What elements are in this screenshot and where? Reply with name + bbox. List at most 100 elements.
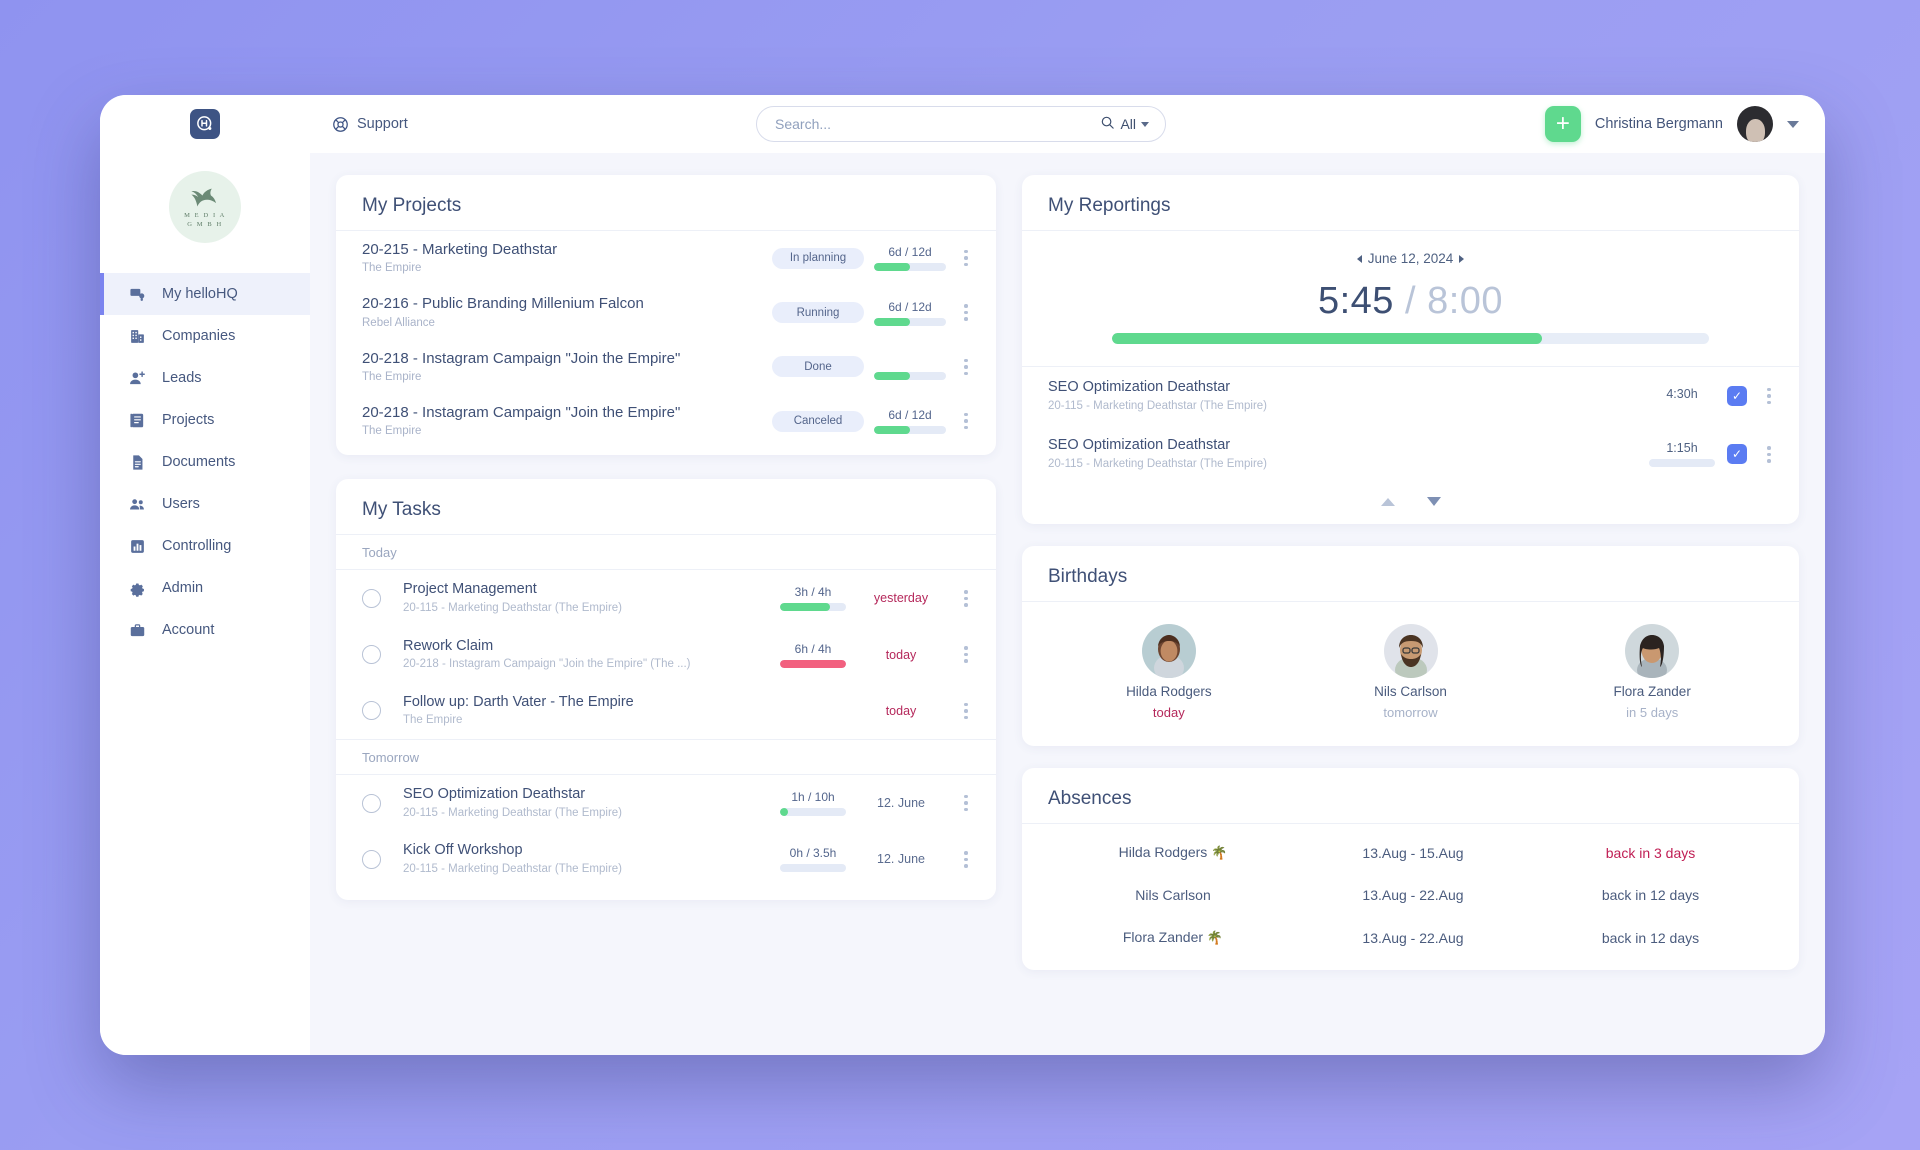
project-days: 6d / 12d [888, 408, 932, 423]
absence-name: Hilda Rodgers [1118, 844, 1208, 861]
company-logo-line1: M E D I A [184, 211, 226, 219]
project-client: The Empire [362, 262, 422, 275]
search-input[interactable] [775, 107, 1101, 141]
window-body: M E D I A G M B H My helloHQ Companies L… [100, 153, 1825, 1055]
sidebar-item-account[interactable]: Account [100, 609, 310, 651]
chevron-right-icon[interactable] [1459, 254, 1465, 263]
absences-card: Absences Hilda Rodgers 🌴 13.Aug - 15.Aug… [1022, 768, 1799, 971]
topbar-right: + Christina Bergmann [1544, 95, 1799, 153]
reporting-info: SEO Optimization Deathstar 20-115 - Mark… [1048, 378, 1637, 414]
table-row[interactable]: Flora Zander 🌴 13.Aug - 22.Aug back in 1… [1022, 916, 1799, 970]
sidebar-item-leads[interactable]: Leads [100, 357, 310, 399]
sidebar-item-label: Leads [162, 370, 202, 386]
table-row[interactable]: SEO Optimization Deathstar 20-115 - Mark… [1022, 425, 1799, 483]
row-menu-icon[interactable] [956, 412, 976, 430]
progress-bar [1649, 459, 1715, 468]
task-checkbox[interactable] [362, 645, 381, 665]
progress-bar [874, 371, 946, 380]
table-row[interactable]: Hilda Rodgers 🌴 13.Aug - 15.Aug back in … [1022, 824, 1799, 874]
chevron-left-icon[interactable] [1356, 254, 1362, 263]
task-checkbox[interactable] [362, 701, 381, 721]
support-link[interactable]: Support [332, 116, 408, 133]
gear-icon [127, 579, 147, 597]
row-menu-icon[interactable] [1759, 446, 1779, 463]
my-reportings-card: My Reportings June 12, 2024 5:45 / 8:00 [1022, 175, 1799, 525]
task-checkbox[interactable] [362, 849, 381, 869]
task-project: 20-115 - Marketing Deathstar (The Empire… [403, 601, 623, 614]
search-box[interactable]: All [756, 106, 1166, 142]
book-icon [127, 412, 147, 429]
task-checkbox[interactable] [362, 793, 381, 813]
reporting-project: 20-115 - Marketing Deathstar (The Empire… [1048, 457, 1268, 470]
sidebar: M E D I A G M B H My helloHQ Companies L… [100, 153, 310, 1055]
list-item[interactable]: SEO Optimization Deathstar 20-115 - Mark… [336, 775, 996, 831]
table-row[interactable]: 20-218 - Instagram Campaign "Join the Em… [336, 394, 996, 455]
row-menu-icon[interactable] [956, 358, 976, 376]
time-separator: / [1404, 280, 1417, 322]
reportings-scroll-controls [1022, 483, 1799, 524]
task-hours: 3h / 4h [794, 585, 832, 600]
row-menu-icon[interactable] [956, 702, 976, 720]
sidebar-item-label: Documents [162, 454, 236, 470]
avatar[interactable] [1737, 106, 1773, 142]
task-checkbox[interactable] [362, 588, 381, 608]
list-item[interactable]: Nils Carlson tomorrow [1290, 624, 1532, 720]
row-menu-icon[interactable] [956, 590, 976, 607]
sidebar-item-label: Companies [162, 328, 236, 344]
sidebar-item-users[interactable]: Users [100, 483, 310, 525]
search-scope-dropdown[interactable]: All [1100, 115, 1155, 133]
absence-name: Flora Zander [1122, 929, 1204, 946]
list-item[interactable]: Hilda Rodgers today [1048, 624, 1290, 720]
sidebar-item-documents[interactable]: Documents [100, 441, 310, 483]
task-name: Follow up: Darth Vater - The Empire [403, 693, 634, 710]
page-title: My Tasks [336, 479, 996, 536]
list-item[interactable]: Flora Zander in 5 days [1531, 624, 1773, 720]
table-row[interactable]: SEO Optimization Deathstar 20-115 - Mark… [1022, 367, 1799, 425]
hq-logo-icon[interactable] [190, 109, 220, 139]
row-menu-icon[interactable] [956, 304, 976, 321]
add-button[interactable]: + [1544, 106, 1581, 142]
birthday-when: today [1152, 705, 1185, 721]
row-menu-icon[interactable] [956, 794, 976, 812]
sidebar-item-controlling[interactable]: Controlling [100, 525, 310, 567]
sidebar-item-label: My helloHQ [162, 286, 238, 302]
sidebar-item-companies[interactable]: Companies [100, 315, 310, 357]
table-row[interactable]: 20-215 - Marketing Deathstar The Empire … [336, 231, 996, 285]
palm-tree-icon: 🌴 [1206, 930, 1224, 946]
reporting-checkbox[interactable]: ✓ [1727, 444, 1747, 465]
avatar [1625, 624, 1680, 679]
triangle-up-icon[interactable] [1380, 497, 1395, 506]
table-row[interactable]: 20-218 - Instagram Campaign "Join the Em… [336, 340, 996, 394]
page-title: My Projects [336, 175, 996, 231]
list-item[interactable]: Follow up: Darth Vater - The Empire The … [336, 683, 996, 739]
user-menu-chevron-down-icon[interactable] [1787, 120, 1799, 128]
reporting-checkbox[interactable]: ✓ [1727, 386, 1747, 407]
sidebar-item-projects[interactable]: Projects [100, 399, 310, 441]
birthdays-card: Birthdays Hilda Rodgers today Nils Carls… [1022, 546, 1799, 747]
triangle-down-icon[interactable] [1426, 497, 1441, 507]
row-menu-icon[interactable] [1759, 387, 1779, 405]
project-name: 20-218 - Instagram Campaign "Join the Em… [362, 349, 681, 367]
target-time: 8:00 [1427, 280, 1504, 322]
progress-bar [780, 864, 846, 873]
birthdays-list: Hilda Rodgers today Nils Carlson tomorro… [1022, 602, 1799, 746]
project-progress: 6d / 12d [874, 300, 946, 326]
list-item[interactable]: Project Management 20-115 - Marketing De… [336, 570, 996, 626]
top-bar: Support All + Christina Be [100, 95, 1825, 153]
bird-logo-icon: M E D I A G M B H [169, 171, 241, 243]
task-project: The Empire [403, 714, 463, 727]
task-project: 20-115 - Marketing Deathstar (The Empire… [403, 862, 623, 875]
list-item[interactable]: Kick Off Workshop 20-115 - Marketing Dea… [336, 831, 996, 899]
row-menu-icon[interactable] [956, 249, 976, 267]
row-menu-icon[interactable] [956, 646, 976, 663]
dashboard-icon [127, 286, 147, 303]
list-item[interactable]: Rework Claim 20-218 - Instagram Campaign… [336, 627, 996, 683]
users-icon [127, 496, 147, 513]
my-projects-card: My Projects 20-215 - Marketing Deathstar… [336, 175, 996, 456]
row-menu-icon[interactable] [956, 851, 976, 868]
table-row[interactable]: Nils Carlson 13.Aug - 22.Aug back in 12 … [1022, 874, 1799, 916]
project-name: 20-216 - Public Branding Millenium Falco… [362, 295, 644, 313]
sidebar-item-admin[interactable]: Admin [100, 567, 310, 609]
sidebar-item-my-hellohq[interactable]: My helloHQ [100, 273, 310, 315]
table-row[interactable]: 20-216 - Public Branding Millenium Falco… [336, 285, 996, 339]
